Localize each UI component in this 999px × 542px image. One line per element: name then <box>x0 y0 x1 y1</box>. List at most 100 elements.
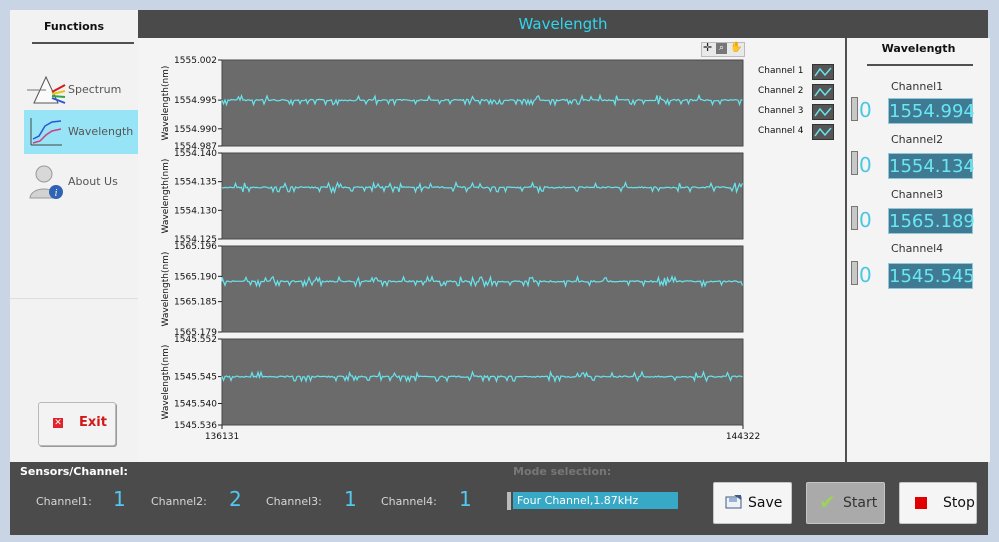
y-tick-label: 1545.552 <box>174 335 217 345</box>
mode-select[interactable]: Four Channel,1.87kHz <box>513 492 678 509</box>
sidebar-item-about-us[interactable]: i About Us <box>24 160 138 204</box>
zoom-icon[interactable]: ⌕ <box>716 43 727 54</box>
legend-line-icon <box>812 64 834 80</box>
sensor-count-channel4[interactable]: 1 <box>459 487 472 511</box>
y-tick-label: 1565.190 <box>174 272 217 282</box>
legend-line-icon <box>812 104 834 120</box>
sensor-count-channel3[interactable]: 1 <box>344 487 357 511</box>
pan-hand-icon[interactable]: ✋ <box>730 42 742 53</box>
y-tick-label: 1545.536 <box>174 421 217 431</box>
plot-area <box>221 338 744 426</box>
y-axis-label: Wavelength(nm) <box>161 252 171 327</box>
save-icon <box>725 495 742 509</box>
legend-line-icon <box>812 124 834 140</box>
sidebar-item-spectrum[interactable]: Spectrum <box>24 68 138 112</box>
sensor-label-channel2: Channel2: <box>151 495 207 508</box>
mode-selection-title: Mode selection: <box>513 465 612 478</box>
channel4-spinner[interactable] <box>851 261 858 285</box>
x-tick-label: 144322 <box>726 432 760 442</box>
y-tick-label: 1554.130 <box>174 206 217 216</box>
start-label: Start <box>843 495 878 511</box>
y-axis-label: Wavelength(nm) <box>161 159 171 234</box>
sensor-label-channel3: Channel3: <box>266 495 322 508</box>
sidebar-item-wavelength[interactable]: Wavelength <box>24 110 138 154</box>
legend-item[interactable]: Channel 3 <box>756 102 838 122</box>
sensor-count-channel2[interactable]: 2 <box>229 487 242 511</box>
y-tick-label: 1554.995 <box>174 96 217 106</box>
readout-value-channel2: 1554.134 <box>888 153 975 179</box>
y-tick-label: 1554.135 <box>174 178 217 188</box>
bottom-control-bar: Sensors/Channel: Channel1: 1 Channel2: 2… <box>10 462 988 535</box>
exit-button[interactable]: ✕ Exit <box>38 402 116 446</box>
channel3-spinner[interactable] <box>851 206 858 230</box>
stop-label: Stop <box>943 495 975 511</box>
readout-zero-channel3: 0 <box>859 208 872 232</box>
wavelength-readout-panel: Wavelength Channel1 0 1554.994 Channel2 … <box>845 38 990 462</box>
y-tick-label: 1554.140 <box>174 149 217 159</box>
stop-square-icon <box>915 497 927 509</box>
title-bar: Wavelength <box>138 10 988 38</box>
y-tick-label: 1554.990 <box>174 125 217 135</box>
y-tick-label: 1545.545 <box>174 373 217 383</box>
sidebar-separator <box>10 298 138 299</box>
sensor-label-channel4: Channel4: <box>381 495 437 508</box>
readout-value-channel1: 1554.994 <box>888 98 975 124</box>
start-button[interactable]: ✔ Start <box>806 482 885 524</box>
sidebar-item-label: Wavelength <box>68 125 134 138</box>
readout-zero-channel2: 0 <box>859 153 872 177</box>
window-top-border <box>0 0 999 10</box>
sidebar-title: Functions <box>43 20 105 33</box>
sidebar: Functions Spectrum Wavelength i About Us <box>10 10 139 462</box>
y-tick-label: 1565.185 <box>174 298 217 308</box>
y-tick-label: 1565.196 <box>174 242 217 252</box>
readout-label-channel4: Channel4 <box>891 242 944 255</box>
graph-toolbar: ✛ ⌕ ✋ <box>701 41 745 57</box>
wavelength-plot-2[interactable]: 1554.1401554.1351554.1301554.125Waveleng… <box>161 149 744 245</box>
wavelength-plot-4[interactable]: 1545.552 1545.545 1545.540 1545.536Waveleng… <box>161 335 744 431</box>
exit-label: Exit <box>79 415 107 430</box>
wavelength-chart-icon <box>30 118 62 146</box>
sidebar-item-label: Spectrum <box>68 83 122 96</box>
legend-label: Channel 4 <box>758 126 804 136</box>
crosshair-icon[interactable]: ✛ <box>703 41 712 54</box>
readout-divider <box>867 64 973 66</box>
sensors-title: Sensors/Channel: <box>20 465 128 478</box>
sidebar-divider <box>32 42 134 44</box>
legend-label: Channel 2 <box>758 86 804 96</box>
y-tick-label: 1545.540 <box>174 400 217 410</box>
readout-zero-channel4: 0 <box>859 263 872 287</box>
readout-label-channel2: Channel2 <box>891 133 944 146</box>
wavelength-plot-1[interactable]: 1555.0021554.9951554.9901554.987Waveleng… <box>161 56 744 152</box>
checkmark-icon: ✔ <box>819 490 836 514</box>
channel2-spinner[interactable] <box>851 151 858 175</box>
readout-title: Wavelength <box>881 42 956 55</box>
sensor-count-channel1[interactable]: 1 <box>113 487 126 511</box>
y-tick-label: 1555.002 <box>174 56 217 66</box>
legend-line-icon <box>812 84 834 100</box>
legend: Channel 1 Channel 2 Channel 3 Channel 4 <box>756 62 838 142</box>
readout-label-channel3: Channel3 <box>891 188 944 201</box>
legend-item[interactable]: Channel 2 <box>756 82 838 102</box>
svg-text:i: i <box>55 188 58 199</box>
legend-item[interactable]: Channel 4 <box>756 122 838 142</box>
channel1-spinner[interactable] <box>851 97 858 121</box>
readout-zero-channel1: 0 <box>859 98 872 122</box>
save-button[interactable]: Save <box>713 482 792 524</box>
plot-area <box>221 152 744 240</box>
x-tick-label: 136131 <box>205 432 239 442</box>
close-icon: ✕ <box>53 418 63 428</box>
legend-label: Channel 3 <box>758 106 804 116</box>
legend-label: Channel 1 <box>758 66 804 76</box>
chart-panel: 1555.002 1554.995 1554.990 1554.987 Waveleng… <box>138 38 845 462</box>
stop-button[interactable]: Stop <box>899 482 977 524</box>
y-axis-label: Wavelength(nm) <box>161 66 171 141</box>
readout-value-channel3: 1565.189 <box>888 208 975 234</box>
prism-icon <box>27 75 66 104</box>
window-title: Wavelength <box>518 15 608 33</box>
legend-item[interactable]: Channel 1 <box>756 62 838 82</box>
mode-spinner[interactable] <box>507 492 511 510</box>
sidebar-item-label: About Us <box>68 175 118 188</box>
wavelength-plots: 1555.0021554.9951554.9901554.987Waveleng… <box>161 56 760 442</box>
sensor-label-channel1: Channel1: <box>36 495 92 508</box>
wavelength-plot-3[interactable]: 1565.1961565.1901565.1851565.179Waveleng… <box>161 242 744 338</box>
